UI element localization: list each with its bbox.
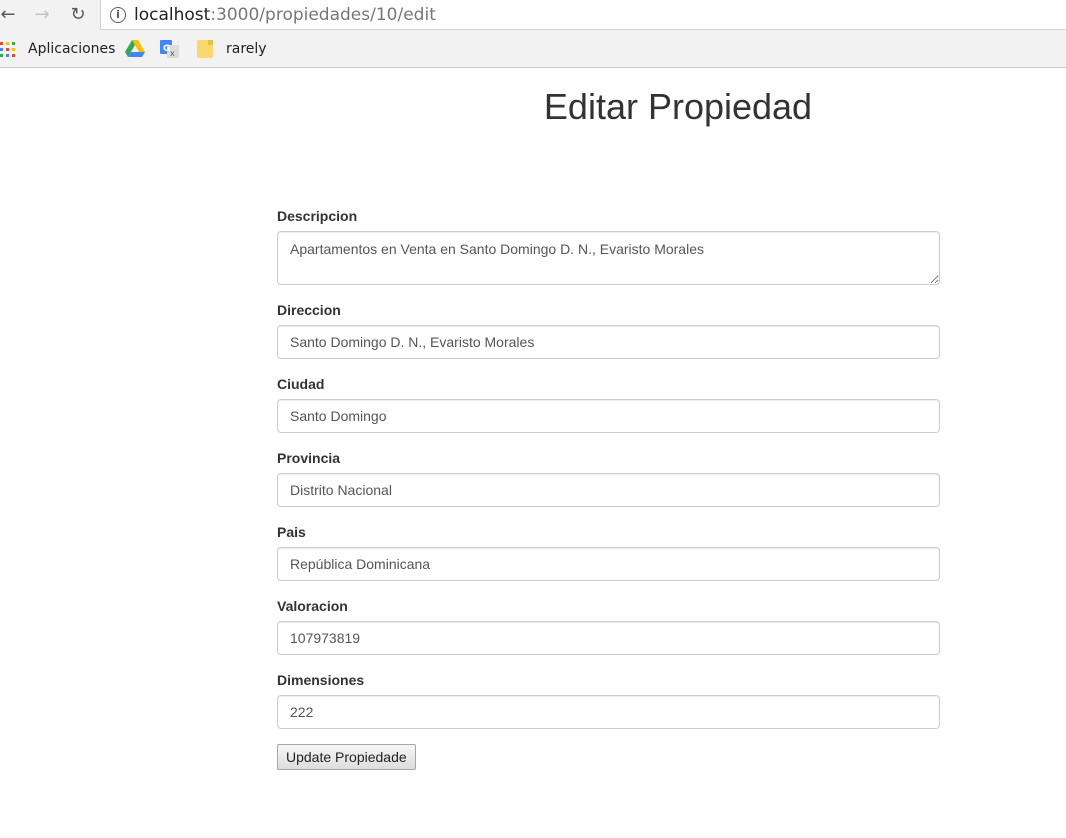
svg-text:x: x bbox=[170, 49, 175, 58]
forward-arrow-icon[interactable]: → bbox=[30, 2, 54, 26]
bookmark-google-translate[interactable]: G x bbox=[160, 30, 179, 68]
field-descripcion: Descripcion Apartamentos en Venta en San… bbox=[277, 208, 940, 285]
dimensiones-label: Dimensiones bbox=[277, 672, 365, 688]
pais-input[interactable] bbox=[277, 547, 940, 581]
ciudad-input[interactable] bbox=[277, 399, 940, 433]
url-text[interactable]: localhost:3000/propiedades/10/edit bbox=[134, 5, 436, 25]
info-icon[interactable]: i bbox=[110, 6, 126, 23]
url-host: localhost bbox=[134, 4, 211, 25]
apps-grid-icon bbox=[0, 41, 15, 57]
update-propiedade-button[interactable]: Update Propiedade bbox=[277, 744, 416, 770]
field-ciudad: Ciudad bbox=[277, 376, 940, 433]
bookmark-google-drive[interactable] bbox=[125, 30, 145, 68]
ciudad-label: Ciudad bbox=[277, 376, 325, 392]
bookmark-apps-label: Aplicaciones bbox=[28, 41, 116, 57]
browser-toolbar: ← → ↻ i localhost:3000/propiedades/10/ed… bbox=[0, 0, 1066, 30]
google-translate-icon: G x bbox=[160, 40, 179, 58]
valoracion-input[interactable] bbox=[277, 621, 940, 655]
google-drive-icon bbox=[125, 40, 145, 57]
field-provincia: Provincia bbox=[277, 450, 940, 507]
direccion-label: Direccion bbox=[277, 302, 341, 318]
edit-propiedad-form: Descripcion Apartamentos en Venta en San… bbox=[277, 208, 940, 746]
bookmarks-bar: Aplicaciones G x rarely bbox=[0, 30, 1066, 68]
bookmark-folder-rarely[interactable]: rarely bbox=[197, 30, 267, 68]
provincia-input[interactable] bbox=[277, 473, 940, 507]
field-dimensiones: Dimensiones bbox=[277, 672, 940, 729]
back-arrow-icon[interactable]: ← bbox=[0, 2, 20, 26]
field-direccion: Direccion bbox=[277, 302, 940, 359]
descripcion-textarea[interactable]: Apartamentos en Venta en Santo Domingo D… bbox=[277, 231, 940, 285]
bookmark-folder-label: rarely bbox=[226, 41, 267, 57]
pais-label: Pais bbox=[277, 524, 306, 540]
direccion-input[interactable] bbox=[277, 325, 940, 359]
field-valoracion: Valoracion bbox=[277, 598, 940, 655]
dimensiones-input[interactable] bbox=[277, 695, 940, 729]
address-bar[interactable]: i localhost:3000/propiedades/10/edit bbox=[100, 0, 1066, 30]
field-pais: Pais bbox=[277, 524, 940, 581]
valoracion-label: Valoracion bbox=[277, 598, 348, 614]
folder-icon bbox=[197, 40, 213, 58]
provincia-label: Provincia bbox=[277, 450, 341, 466]
descripcion-label: Descripcion bbox=[277, 208, 358, 224]
url-path: :3000/propiedades/10/edit bbox=[210, 4, 436, 25]
page-title: Editar Propiedad bbox=[543, 86, 813, 127]
bookmark-apps[interactable]: Aplicaciones bbox=[0, 30, 115, 68]
reload-icon[interactable]: ↻ bbox=[66, 2, 90, 26]
